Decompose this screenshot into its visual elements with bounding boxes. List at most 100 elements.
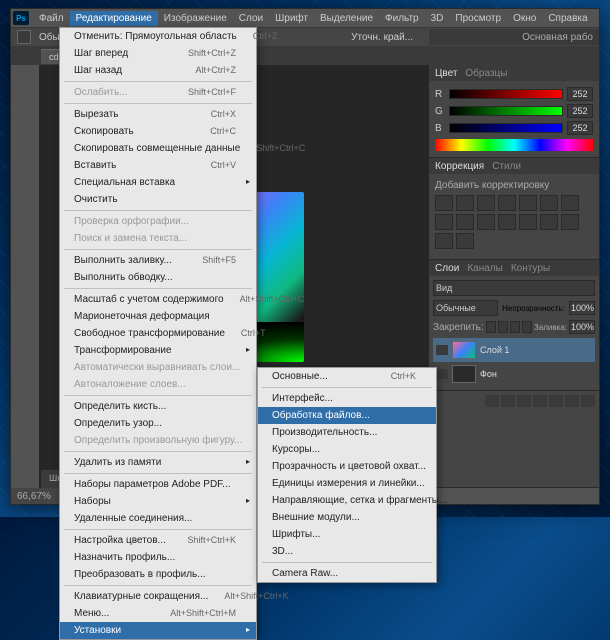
menu-item[interactable]: Интерфейс...: [258, 390, 436, 407]
tool-slot-3[interactable]: [13, 124, 37, 142]
menu-item[interactable]: Наборы параметров Adobe PDF...: [60, 476, 256, 493]
menu-item[interactable]: Шаг впередShift+Ctrl+Z: [60, 45, 256, 62]
layer-row[interactable]: Фон: [433, 362, 595, 386]
menu-item[interactable]: Основные...Ctrl+K: [258, 368, 436, 385]
menu-item[interactable]: Шрифты...: [258, 526, 436, 543]
refine-edge-button[interactable]: Уточн. край...: [351, 32, 413, 43]
tool-slot-21[interactable]: [13, 466, 37, 484]
visibility-icon[interactable]: [436, 369, 448, 379]
layer-action-icon[interactable]: [565, 395, 579, 407]
color-slider-r[interactable]: [449, 89, 563, 99]
menu-item[interactable]: Производительность...: [258, 424, 436, 441]
lock-transparency-icon[interactable]: [486, 321, 496, 333]
menu-item[interactable]: Обработка файлов...: [258, 407, 436, 424]
menu-item[interactable]: Меню...Alt+Shift+Ctrl+M: [60, 605, 256, 622]
blend-mode-select[interactable]: Обычные: [433, 300, 498, 316]
menu-просмотр[interactable]: Просмотр: [449, 11, 507, 26]
layer-action-icon[interactable]: [485, 395, 499, 407]
menu-item[interactable]: Внешние модули...: [258, 509, 436, 526]
menu-item[interactable]: ВставитьCtrl+V: [60, 157, 256, 174]
lock-position-icon[interactable]: [510, 321, 520, 333]
layer-row[interactable]: Слой 1: [433, 338, 595, 362]
lock-pixels-icon[interactable]: [498, 321, 508, 333]
adjustment-icon[interactable]: [477, 195, 495, 211]
menu-item[interactable]: Настройка цветов...Shift+Ctrl+K: [60, 532, 256, 549]
tab-swatches[interactable]: Образцы: [465, 68, 507, 79]
tab-color[interactable]: Цвет: [435, 68, 457, 79]
tab-channels[interactable]: Каналы: [467, 263, 503, 274]
tool-slot-10[interactable]: [13, 257, 37, 275]
adjustment-icon[interactable]: [540, 214, 558, 230]
tool-slot-15[interactable]: [13, 352, 37, 370]
menu-item[interactable]: Курсоры...: [258, 441, 436, 458]
layer-action-icon[interactable]: [501, 395, 515, 407]
layer-action-icon[interactable]: [517, 395, 531, 407]
menu-item[interactable]: Camera Raw...: [258, 565, 436, 582]
adjustment-icon[interactable]: [561, 195, 579, 211]
spectrum-bar[interactable]: [435, 139, 593, 151]
adjustment-icon[interactable]: [498, 214, 516, 230]
menu-шрифт[interactable]: Шрифт: [269, 11, 314, 26]
tab-styles[interactable]: Стили: [492, 161, 521, 172]
adjustment-icon[interactable]: [498, 195, 516, 211]
lock-all-icon[interactable]: [522, 321, 532, 333]
menu-item[interactable]: Единицы измерения и линейки...: [258, 475, 436, 492]
menu-item[interactable]: ВырезатьCtrl+X: [60, 106, 256, 123]
menu-3d[interactable]: 3D: [425, 11, 450, 26]
menu-выделение[interactable]: Выделение: [314, 11, 379, 26]
tool-slot-9[interactable]: [13, 238, 37, 256]
layer-action-icon[interactable]: [549, 395, 563, 407]
tool-slot-12[interactable]: [13, 295, 37, 313]
color-slider-g[interactable]: [449, 106, 563, 116]
layer-action-icon[interactable]: [533, 395, 547, 407]
menu-item[interactable]: Выполнить обводку...: [60, 269, 256, 286]
color-value-b[interactable]: 252: [567, 121, 593, 135]
menu-окно[interactable]: Окно: [507, 11, 542, 26]
color-value-g[interactable]: 252: [567, 104, 593, 118]
menu-item[interactable]: Выполнить заливку...Shift+F5: [60, 252, 256, 269]
menu-изображение[interactable]: Изображение: [158, 11, 233, 26]
tool-slot-13[interactable]: [13, 314, 37, 332]
tool-slot-17[interactable]: [13, 390, 37, 408]
menu-файл[interactable]: Файл: [33, 11, 70, 26]
tool-slot-11[interactable]: [13, 276, 37, 294]
menu-item[interactable]: Специальная вставка: [60, 174, 256, 191]
color-slider-b[interactable]: [449, 123, 563, 133]
layer-thumbnail[interactable]: [452, 341, 476, 359]
menu-item[interactable]: Марионеточная деформация: [60, 308, 256, 325]
visibility-icon[interactable]: [436, 345, 448, 355]
menu-item[interactable]: Свободное трансформированиеCtrl+T: [60, 325, 256, 342]
menu-справка[interactable]: Справка: [542, 11, 593, 26]
tool-slot-7[interactable]: [13, 200, 37, 218]
layer-kind-select[interactable]: Вид: [433, 280, 595, 296]
tool-slot-16[interactable]: [13, 371, 37, 389]
menu-item[interactable]: Определить узор...: [60, 415, 256, 432]
menu-item[interactable]: СкопироватьCtrl+C: [60, 123, 256, 140]
adjustment-icon[interactable]: [477, 214, 495, 230]
tool-slot-1[interactable]: [13, 86, 37, 104]
menu-item[interactable]: Определить кисть...: [60, 398, 256, 415]
menu-item[interactable]: Шаг назадAlt+Ctrl+Z: [60, 62, 256, 79]
menu-редактирование[interactable]: Редактирование: [70, 11, 158, 26]
adjustment-icon[interactable]: [435, 214, 453, 230]
tool-slot-18[interactable]: [13, 409, 37, 427]
adjustment-icon[interactable]: [435, 233, 453, 249]
adjustment-icon[interactable]: [519, 195, 537, 211]
adjustment-icon[interactable]: [435, 195, 453, 211]
menu-слои[interactable]: Слои: [233, 11, 269, 26]
adjustment-icon[interactable]: [456, 233, 474, 249]
tab-layers[interactable]: Слои: [435, 263, 459, 274]
opacity-value[interactable]: 100%: [569, 301, 595, 315]
menu-item[interactable]: Очистить: [60, 191, 256, 208]
menu-item[interactable]: Скопировать совмещенные данныеShift+Ctrl…: [60, 140, 256, 157]
menu-item[interactable]: Масштаб с учетом содержимогоAlt+Shift+Ct…: [60, 291, 256, 308]
layer-action-icon[interactable]: [581, 395, 595, 407]
menu-item[interactable]: Прозрачность и цветовой охват...: [258, 458, 436, 475]
menu-item[interactable]: Клавиатурные сокращения...Alt+Shift+Ctrl…: [60, 588, 256, 605]
tool-slot-20[interactable]: [13, 447, 37, 465]
adjustment-icon[interactable]: [456, 195, 474, 211]
tool-slot-4[interactable]: [13, 143, 37, 161]
menu-item[interactable]: Назначить профиль...: [60, 549, 256, 566]
tool-slot-8[interactable]: [13, 219, 37, 237]
adjustment-icon[interactable]: [519, 214, 537, 230]
